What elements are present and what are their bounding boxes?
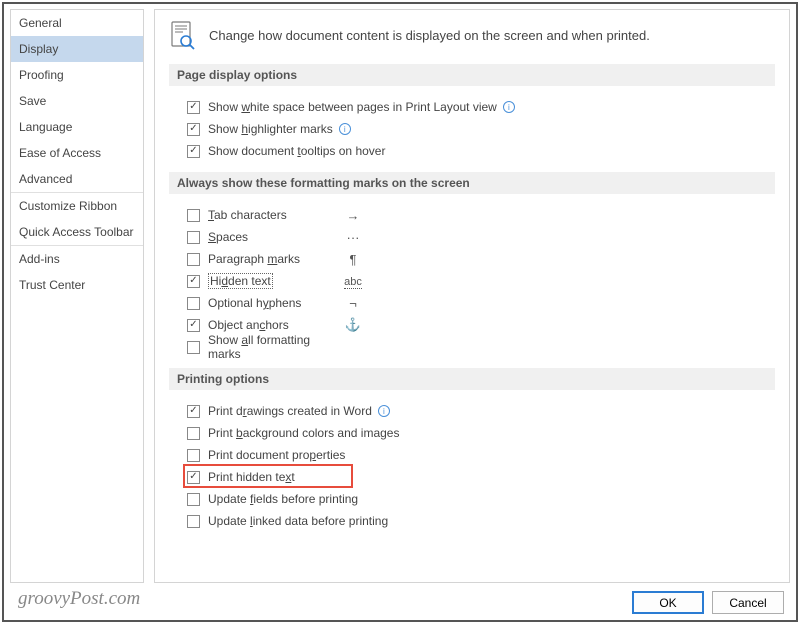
option-label: Update fields before printing [208,492,358,506]
dialog-buttons: OK Cancel [10,583,790,614]
printing-option: Update fields before printing [169,488,775,510]
option-label: Spaces [208,230,338,244]
sidebar-item-quick-access-toolbar[interactable]: Quick Access Toolbar [11,219,143,245]
sidebar-item-display[interactable]: Display [11,36,143,62]
sidebar-item-advanced[interactable]: Advanced [11,166,143,192]
checkbox[interactable] [187,145,200,158]
formatting-symbol: → [338,208,368,223]
option-label: Show highlighter marks [208,122,333,136]
checkbox[interactable] [187,297,200,310]
option-label: Print hidden text [208,470,295,484]
formatting-mark-option: Paragraph marks¶ [169,248,775,270]
printing-option: Print background colors and images [169,422,775,444]
formatting-symbol: ¬ [338,296,368,311]
cancel-button[interactable]: Cancel [712,591,784,614]
option-label: Update linked data before printing [208,514,388,528]
sidebar-item-language[interactable]: Language [11,114,143,140]
checkbox[interactable] [187,341,200,354]
printing-option: Print hidden text [169,466,775,488]
option-label: Hidden text [208,273,338,289]
sidebar-item-add-ins[interactable]: Add-ins [11,246,143,272]
printing-option: Print drawings created in Word i [169,400,775,422]
page-display-option: Show document tooltips on hover [169,140,775,162]
option-label: Show document tooltips on hover [208,144,385,158]
ok-button[interactable]: OK [632,591,704,614]
formatting-symbol: ··· [338,230,368,245]
page-display-option: Show highlighter marks i [169,118,775,140]
options-content: Change how document content is displayed… [154,9,790,583]
formatting-symbol: abc [338,273,368,289]
option-label: Optional hyphens [208,296,338,310]
section-page-display-options: Page display options [169,64,775,86]
formatting-mark-option: Show all formatting marks [169,336,775,358]
printing-option: Print document properties [169,444,775,466]
option-label: Show white space between pages in Print … [208,100,497,114]
option-label: Print background colors and images [208,426,399,440]
formatting-mark-option: Spaces··· [169,226,775,248]
formatting-mark-option: Tab characters→ [169,204,775,226]
checkbox[interactable] [187,449,200,462]
info-icon[interactable]: i [503,101,515,113]
formatting-symbol: ¶ [338,252,368,267]
sidebar-item-save[interactable]: Save [11,88,143,114]
formatting-symbol: ⚓ [338,317,368,333]
section-formatting-marks: Always show these formatting marks on th… [169,172,775,194]
info-icon[interactable]: i [339,123,351,135]
sidebar-item-ease-of-access[interactable]: Ease of Access [11,140,143,166]
option-label: Show all formatting marks [208,333,338,361]
section-printing-options: Printing options [169,368,775,390]
option-label: Print document properties [208,448,345,462]
option-label: Print drawings created in Word [208,404,372,418]
checkbox[interactable] [187,427,200,440]
checkbox[interactable] [187,123,200,136]
option-label: Paragraph marks [208,252,338,266]
checkbox[interactable] [187,253,200,266]
checkbox[interactable] [187,471,200,484]
sidebar-item-trust-center[interactable]: Trust Center [11,272,143,298]
formatting-mark-option: Hidden textabc [169,270,775,292]
checkbox[interactable] [187,405,200,418]
checkbox[interactable] [187,493,200,506]
sidebar-item-customize-ribbon[interactable]: Customize Ribbon [11,193,143,219]
options-sidebar: General Display Proofing Save Language E… [10,9,144,583]
checkbox[interactable] [187,515,200,528]
checkbox[interactable] [187,275,200,288]
sidebar-item-general[interactable]: General [11,10,143,36]
display-settings-icon [169,20,197,50]
printing-option: Update linked data before printing [169,510,775,532]
page-display-option: Show white space between pages in Print … [169,96,775,118]
info-icon[interactable]: i [378,405,390,417]
sidebar-item-proofing[interactable]: Proofing [11,62,143,88]
checkbox[interactable] [187,209,200,222]
option-label: Object anchors [208,318,338,332]
checkbox[interactable] [187,231,200,244]
formatting-mark-option: Optional hyphens¬ [169,292,775,314]
checkbox[interactable] [187,319,200,332]
option-label: Tab characters [208,208,338,222]
checkbox[interactable] [187,101,200,114]
header-description: Change how document content is displayed… [209,28,650,43]
